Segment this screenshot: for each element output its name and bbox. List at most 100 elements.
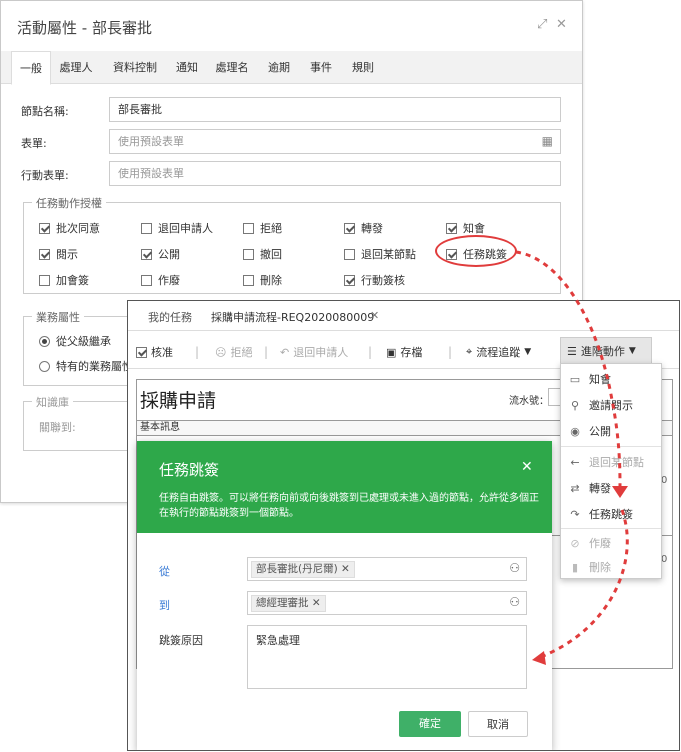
menu-icon: ☰ [567,344,577,358]
menu-item-label: 退回某節點 [589,456,644,469]
tab-general[interactable]: 一般 [11,51,51,85]
tab-handler[interactable]: 處理人 [53,51,99,84]
return-applicant-button[interactable]: ↶ 退回申請人 [280,344,348,360]
radio-button[interactable] [39,335,50,347]
radio-button[interactable] [39,360,50,372]
close-icon[interactable]: ✕ [556,17,567,32]
checkbox-mobile-sign[interactable]: 行動簽核 [344,272,405,288]
menu-item-void[interactable]: ⊘ 作廢 [561,530,661,556]
radio-label: 從父級繼承 [56,335,111,348]
checkbox-read[interactable]: 閱示 [39,246,78,262]
business-legend: 業務屬性 [32,309,84,325]
serial-label: 流水號： [509,396,549,407]
form-input[interactable]: 使用預設表單 ▦ [109,129,561,154]
checkbox-label: 行動簽核 [361,274,405,287]
user-select-icon[interactable]: ⚇ [509,561,520,575]
checkbox-box[interactable] [344,248,355,260]
node-name-input[interactable]: 部長審批 [109,97,561,122]
checkbox-box[interactable] [243,248,254,260]
to-field[interactable]: 總經理審批 ✕ ⚇ [247,591,527,615]
checkbox-box[interactable] [243,222,254,234]
save-button[interactable]: ▣ 存檔 [386,344,422,360]
ok-button[interactable]: 確定 [399,711,461,737]
tab-event[interactable]: 事件 [301,51,341,84]
cancel-button[interactable]: 取消 [468,711,528,737]
checkbox-label: 閱示 [56,248,78,261]
remove-tag-icon[interactable]: ✕ [341,563,350,575]
from-tag-label: 部長審批(丹尼爾) [256,563,338,575]
toolbar-divider: | [448,345,453,359]
task-auth-legend: 任務動作授權 [32,195,106,211]
checkbox-box[interactable] [39,274,50,286]
tab-data-control[interactable]: 資料控制 [106,51,164,84]
checkbox-forward[interactable]: 轉發 [344,220,383,236]
eye-icon: ◉ [570,424,580,438]
trace-button[interactable]: ⌖ 流程追蹤 ▼ [466,344,531,360]
menu-item-task-jump[interactable]: ↷ 任務跳簽 [561,501,661,527]
reason-textarea[interactable]: 緊急處理 [247,625,527,689]
checkbox-box[interactable] [243,274,254,286]
checkbox-box[interactable] [141,222,152,234]
checkbox-public[interactable]: 公開 [141,246,180,262]
trace-label: 流程追蹤 [476,346,521,359]
checkbox-reject[interactable]: 拒絕 [243,220,282,236]
checkbox-batch-approve[interactable]: 批次同意 [39,220,100,236]
frown-icon: ☹ [215,345,227,359]
tab-bar: 一般 處理人 資料控制 通知 處理名 逾期 事件 規則 [1,51,582,85]
checkbox-label: 知會 [463,222,485,235]
to-tag-label: 總經理審批 [256,597,309,609]
maximize-icon[interactable]: ⤢ [537,17,547,32]
checkbox-box[interactable] [141,248,152,260]
close-tab-icon[interactable]: ✕ [370,309,379,322]
tab-handler-name[interactable]: 處理名 [209,51,255,84]
checkbox-inform[interactable]: 知會 [446,220,485,236]
close-icon[interactable]: ✕ [521,459,533,475]
reject-label: 拒絕 [230,346,253,359]
task-window: 我的任務 採購申請流程-REQ2020080009 ✕ 核准 | ☹ 拒絕 | ↶… [127,300,680,751]
from-tag: 部長審批(丹尼爾) ✕ [251,561,355,578]
task-tabs: 我的任務 採購申請流程-REQ2020080009 ✕ [128,301,679,331]
mobile-form-input[interactable]: 使用預設表單 [109,161,561,186]
checkbox-delete[interactable]: 刪除 [243,272,282,288]
menu-item-delete[interactable]: ▮ 刪除 [561,554,661,580]
checkbox-return-applicant[interactable]: 退回申請人 [141,220,213,236]
checkbox-label: 退回某節點 [361,248,416,261]
trash-icon: ▮ [571,560,579,574]
from-field[interactable]: 部長審批(丹尼爾) ✕ ⚇ [247,557,527,581]
jump-icon: ↷ [570,507,580,521]
mobile-form-label: 行動表單: [21,169,69,182]
tab-flow[interactable]: 採購申請流程-REQ2020080009 [211,309,374,325]
menu-item-label: 轉發 [589,482,611,495]
radio-own[interactable]: 特有的業務屬性 [39,358,133,374]
checkbox-box[interactable] [141,274,152,286]
tab-overdue[interactable]: 逾期 [259,51,299,84]
reason-label: 跳簽原因 [159,634,203,647]
checkbox-withdraw[interactable]: 撤回 [243,246,282,262]
menu-item-return-node[interactable]: ← 退回某節點 [561,449,661,475]
checkbox-box[interactable] [39,222,50,234]
menu-item-public[interactable]: ◉ 公開 [561,418,661,444]
checkbox-box[interactable] [344,222,355,234]
checkbox-box[interactable] [39,248,50,260]
menu-item-invite-read[interactable]: ⚲ 邀請閱示 [561,392,661,418]
checkbox-return-node[interactable]: 退回某節點 [344,246,416,262]
reject-button[interactable]: ☹ 拒絕 [215,344,252,360]
approve-button[interactable]: 核准 [136,344,173,360]
advanced-actions-button[interactable]: ☰ 進階動作 ▼ [560,337,652,365]
grid-icon[interactable]: ▦ [542,130,553,153]
menu-item-forward[interactable]: ⇄ 轉發 [561,475,661,501]
menu-item-inform[interactable]: ▭ 知會 [561,366,661,392]
tab-rules[interactable]: 規則 [343,51,383,84]
tab-my-tasks[interactable]: 我的任務 [148,309,192,325]
tab-notify[interactable]: 通知 [167,51,207,84]
checkbox-box[interactable] [344,274,355,286]
checkbox-add-cosign[interactable]: 加會簽 [39,272,89,288]
menu-item-label: 知會 [589,373,611,386]
checkbox-box[interactable] [446,222,457,234]
user-select-icon[interactable]: ⚇ [509,595,520,609]
toolbar-divider: | [195,345,200,359]
checkbox-label: 加會簽 [56,274,89,287]
checkbox-void[interactable]: 作廢 [141,272,180,288]
remove-tag-icon[interactable]: ✕ [312,597,321,609]
radio-inherit[interactable]: 從父級繼承 [39,333,111,349]
